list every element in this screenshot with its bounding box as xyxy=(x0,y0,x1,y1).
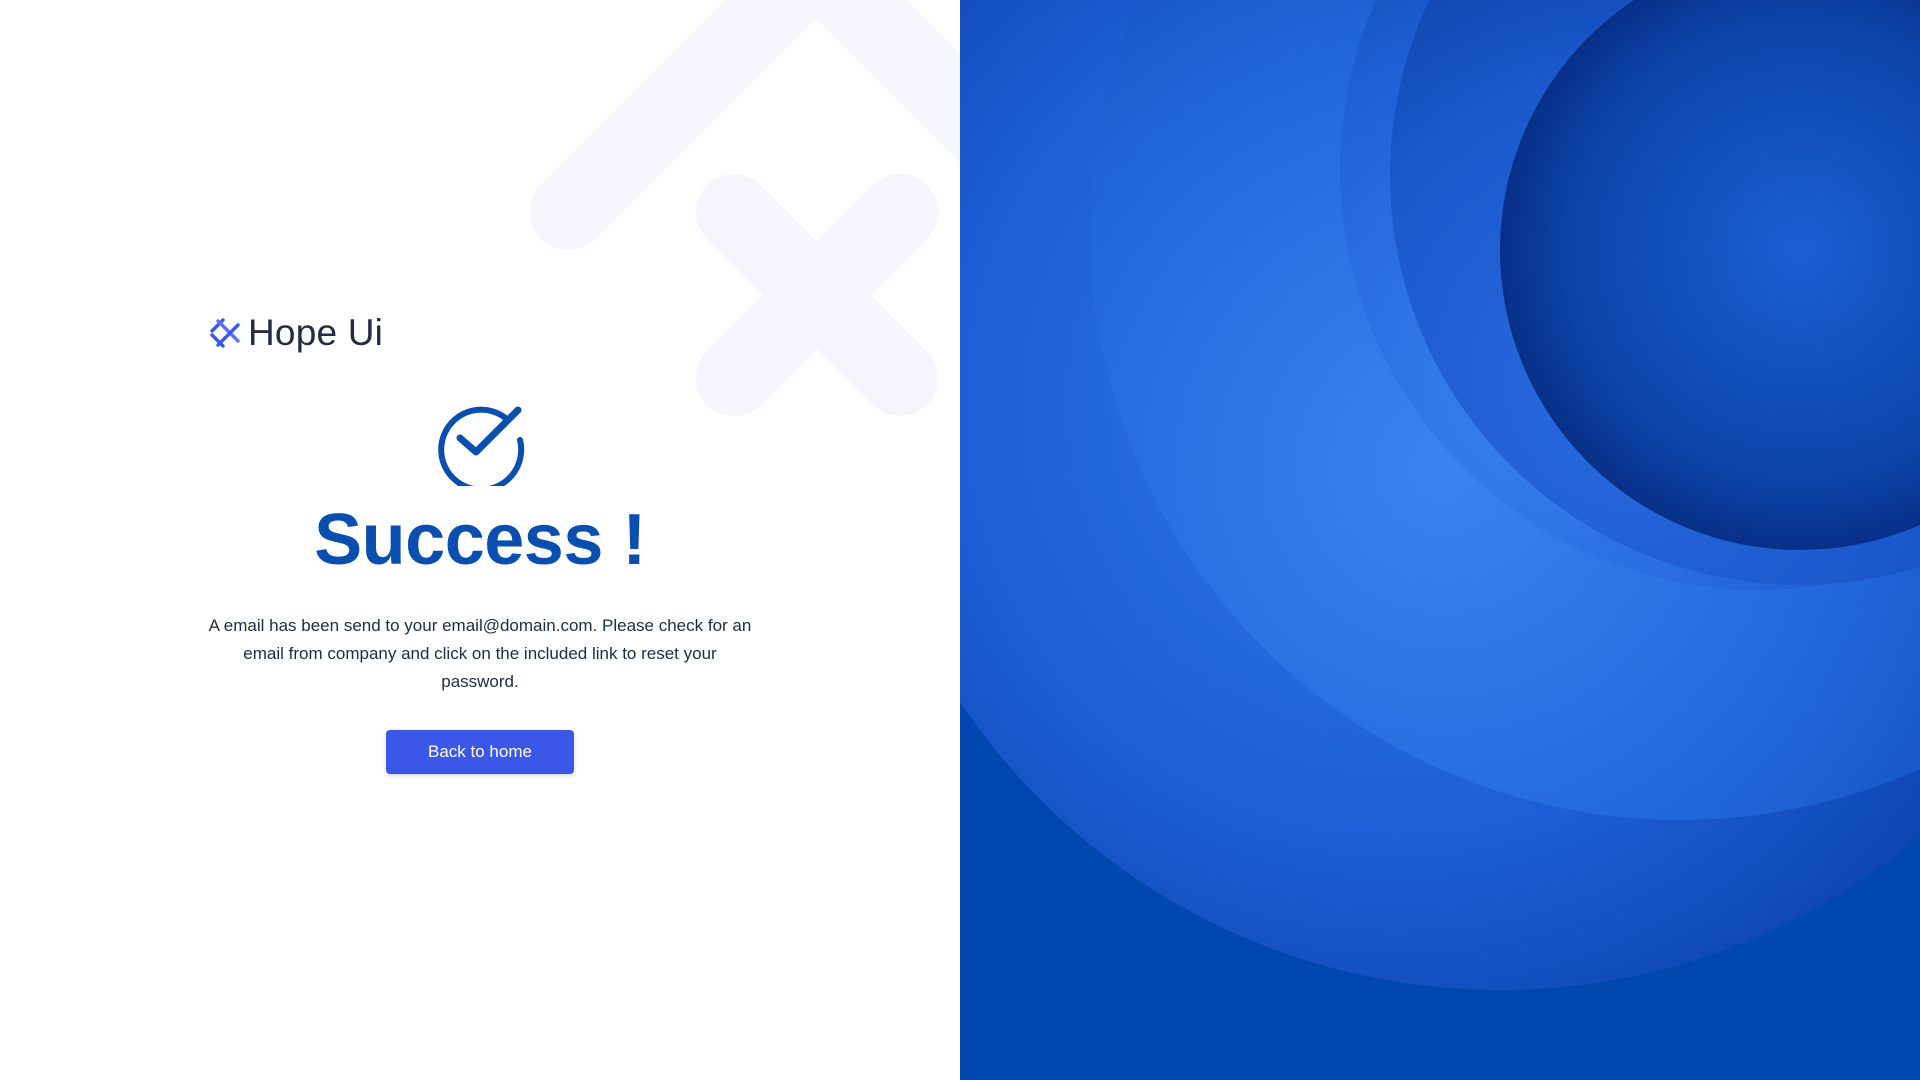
success-title: Success ! xyxy=(314,500,646,580)
hope-ui-logo-icon xyxy=(210,318,240,348)
background-rings-graphic xyxy=(960,0,1920,1080)
left-pane: Hope Ui Success ! A email has been send … xyxy=(0,0,960,1080)
decorative-background-panel xyxy=(960,0,1920,1080)
brand[interactable]: Hope Ui xyxy=(208,300,752,364)
back-to-home-button[interactable]: Back to home xyxy=(386,730,574,774)
check-circle-icon xyxy=(438,406,525,486)
content-panel: Hope Ui Success ! A email has been send … xyxy=(208,300,752,774)
success-message: A email has been send to your email@doma… xyxy=(208,616,752,691)
success-block: Success ! A email has been send to your … xyxy=(208,364,752,774)
brand-name: Hope Ui xyxy=(248,311,384,353)
page: Hope Ui Success ! A email has been send … xyxy=(0,0,1920,1080)
